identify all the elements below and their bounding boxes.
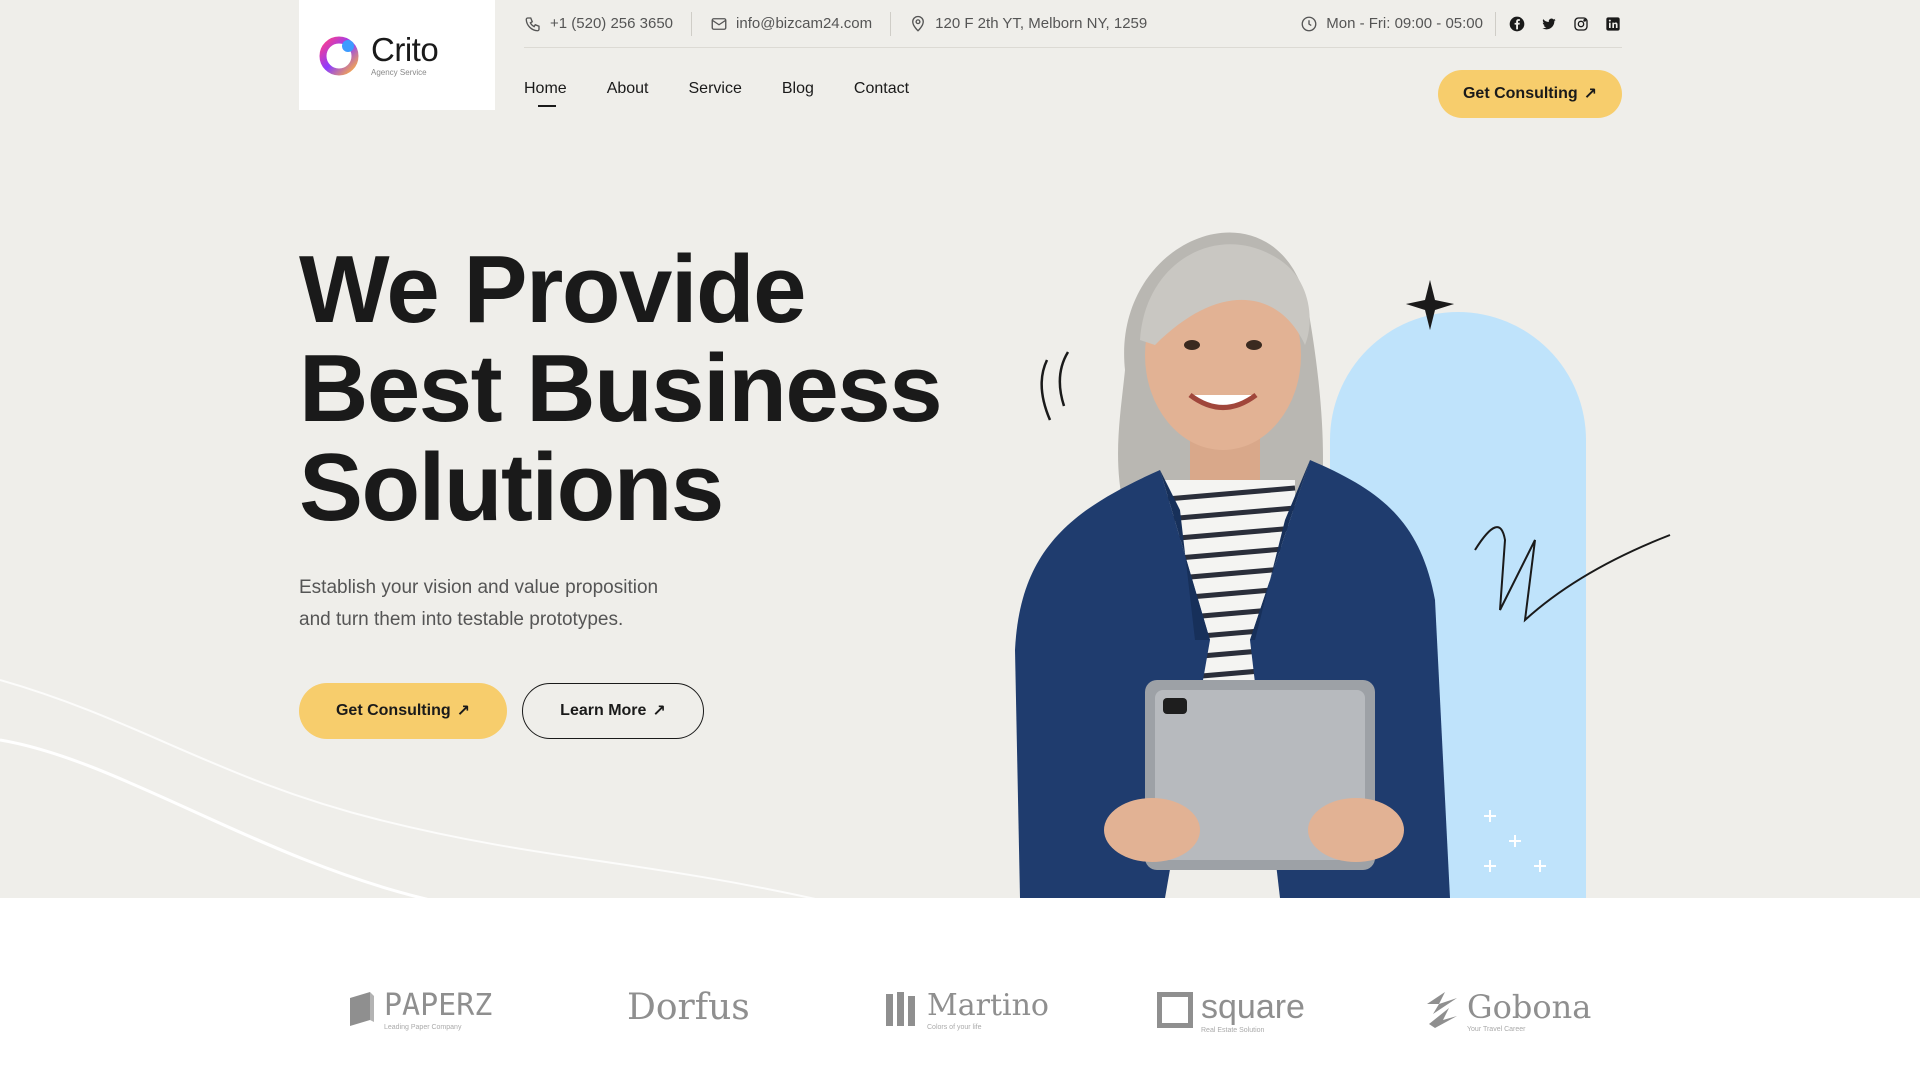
square-logo-icon: [1156, 990, 1194, 1033]
get-consulting-label: Get Consulting: [335, 702, 451, 719]
location-pin-icon: [909, 15, 927, 33]
hero-subtitle-line: and turn them into testable prototypes.: [299, 609, 624, 630]
get-consulting-button[interactable]: Get Consulting ↗: [299, 683, 507, 739]
divider: [890, 11, 892, 36]
partner-logo[interactable]: PAPERZ Leading Paper Company: [348, 990, 492, 1031]
hero-section: Crito Agency Service +1 (520) 256 3650 i…: [0, 0, 1920, 898]
main-nav: Home About Service Blog Contact: [524, 80, 909, 107]
header-consulting-label: Get Consulting: [1462, 85, 1578, 102]
arrow-up-right-icon: ↗: [652, 703, 666, 720]
hero-subtitle-line: Establish your vision and value proposit…: [299, 577, 659, 598]
partner-tagline: Your Travel Career: [1467, 1025, 1526, 1033]
partner-tagline: Leading Paper Company: [384, 1023, 462, 1031]
partner-logo[interactable]: Gobona Your Travel Career: [1425, 990, 1591, 1033]
clock-icon: [1300, 15, 1318, 33]
partner-name: Dorfus: [627, 987, 750, 1028]
social-links: [1508, 15, 1622, 33]
hero-title-line: Solutions: [299, 434, 724, 541]
nav-service[interactable]: Service: [689, 80, 742, 98]
phone-info[interactable]: +1 (520) 256 3650: [524, 15, 673, 33]
mail-icon: [710, 15, 728, 33]
nav-about[interactable]: About: [607, 80, 649, 98]
hero-title-line: We Provide: [299, 236, 807, 343]
partner-tagline: Real Estate Solution: [1201, 1027, 1265, 1034]
phone-icon: [524, 15, 542, 33]
partner-tagline: Colors of your life: [927, 1023, 982, 1031]
twitter-icon[interactable]: [1540, 15, 1558, 33]
nav-blog[interactable]: Blog: [782, 80, 814, 98]
partner-name: Martino: [927, 987, 1049, 1023]
arrow-up-right-icon: ↗: [456, 703, 471, 720]
logo[interactable]: Crito Agency Service: [299, 0, 495, 110]
address-text: 120 F 2th YT, Melborn NY, 1259: [935, 15, 1148, 32]
paperz-logo-icon: [348, 990, 376, 1031]
divider: [691, 11, 693, 36]
logo-tagline: Agency Service: [371, 68, 427, 77]
divider: [1495, 11, 1496, 36]
partner-name: PAPERZ: [384, 987, 493, 1023]
learn-more-label: Learn More: [560, 702, 647, 719]
martino-logo-icon: [885, 990, 919, 1031]
partner-logo[interactable]: Martino Colors of your life: [885, 990, 1049, 1031]
gobona-logo-icon: [1425, 990, 1459, 1033]
address-info[interactable]: 120 F 2th YT, Melborn NY, 1259: [909, 15, 1147, 33]
partner-logo[interactable]: square Real Estate Solution: [1156, 988, 1305, 1034]
hero-subtitle: Establish your vision and value proposit…: [299, 572, 739, 636]
logo-mark-icon: [317, 32, 363, 78]
facebook-icon[interactable]: [1508, 15, 1526, 33]
partner-logo[interactable]: Dorfus: [627, 990, 750, 1026]
learn-more-button[interactable]: Learn More ↗: [522, 683, 704, 739]
hero-person-image: [1015, 232, 1671, 898]
instagram-icon[interactable]: [1572, 15, 1590, 33]
phone-text: +1 (520) 256 3650: [550, 15, 674, 32]
nav-contact[interactable]: Contact: [854, 80, 909, 98]
nav-home[interactable]: Home: [524, 80, 567, 107]
top-info-bar: +1 (520) 256 3650 info@bizcam24.com 120 …: [524, 0, 1622, 48]
hours-info: Mon - Fri: 09:00 - 05:00: [1300, 15, 1483, 33]
email-info[interactable]: info@bizcam24.com: [710, 15, 872, 33]
hours-text: Mon - Fri: 09:00 - 05:00: [1326, 15, 1483, 32]
hero-title: We Provide Best Business Solutions: [299, 236, 943, 541]
partner-name: square: [1201, 988, 1305, 1026]
hero-title-line: Best Business: [299, 335, 943, 442]
logo-name: Crito: [371, 31, 439, 68]
partner-name: Gobona: [1467, 987, 1592, 1026]
linkedin-icon[interactable]: [1604, 15, 1622, 33]
arrow-up-right-icon: ↗: [1583, 86, 1598, 103]
email-text: info@bizcam24.com: [736, 15, 873, 32]
header-consulting-button[interactable]: Get Consulting ↗: [1438, 70, 1622, 118]
